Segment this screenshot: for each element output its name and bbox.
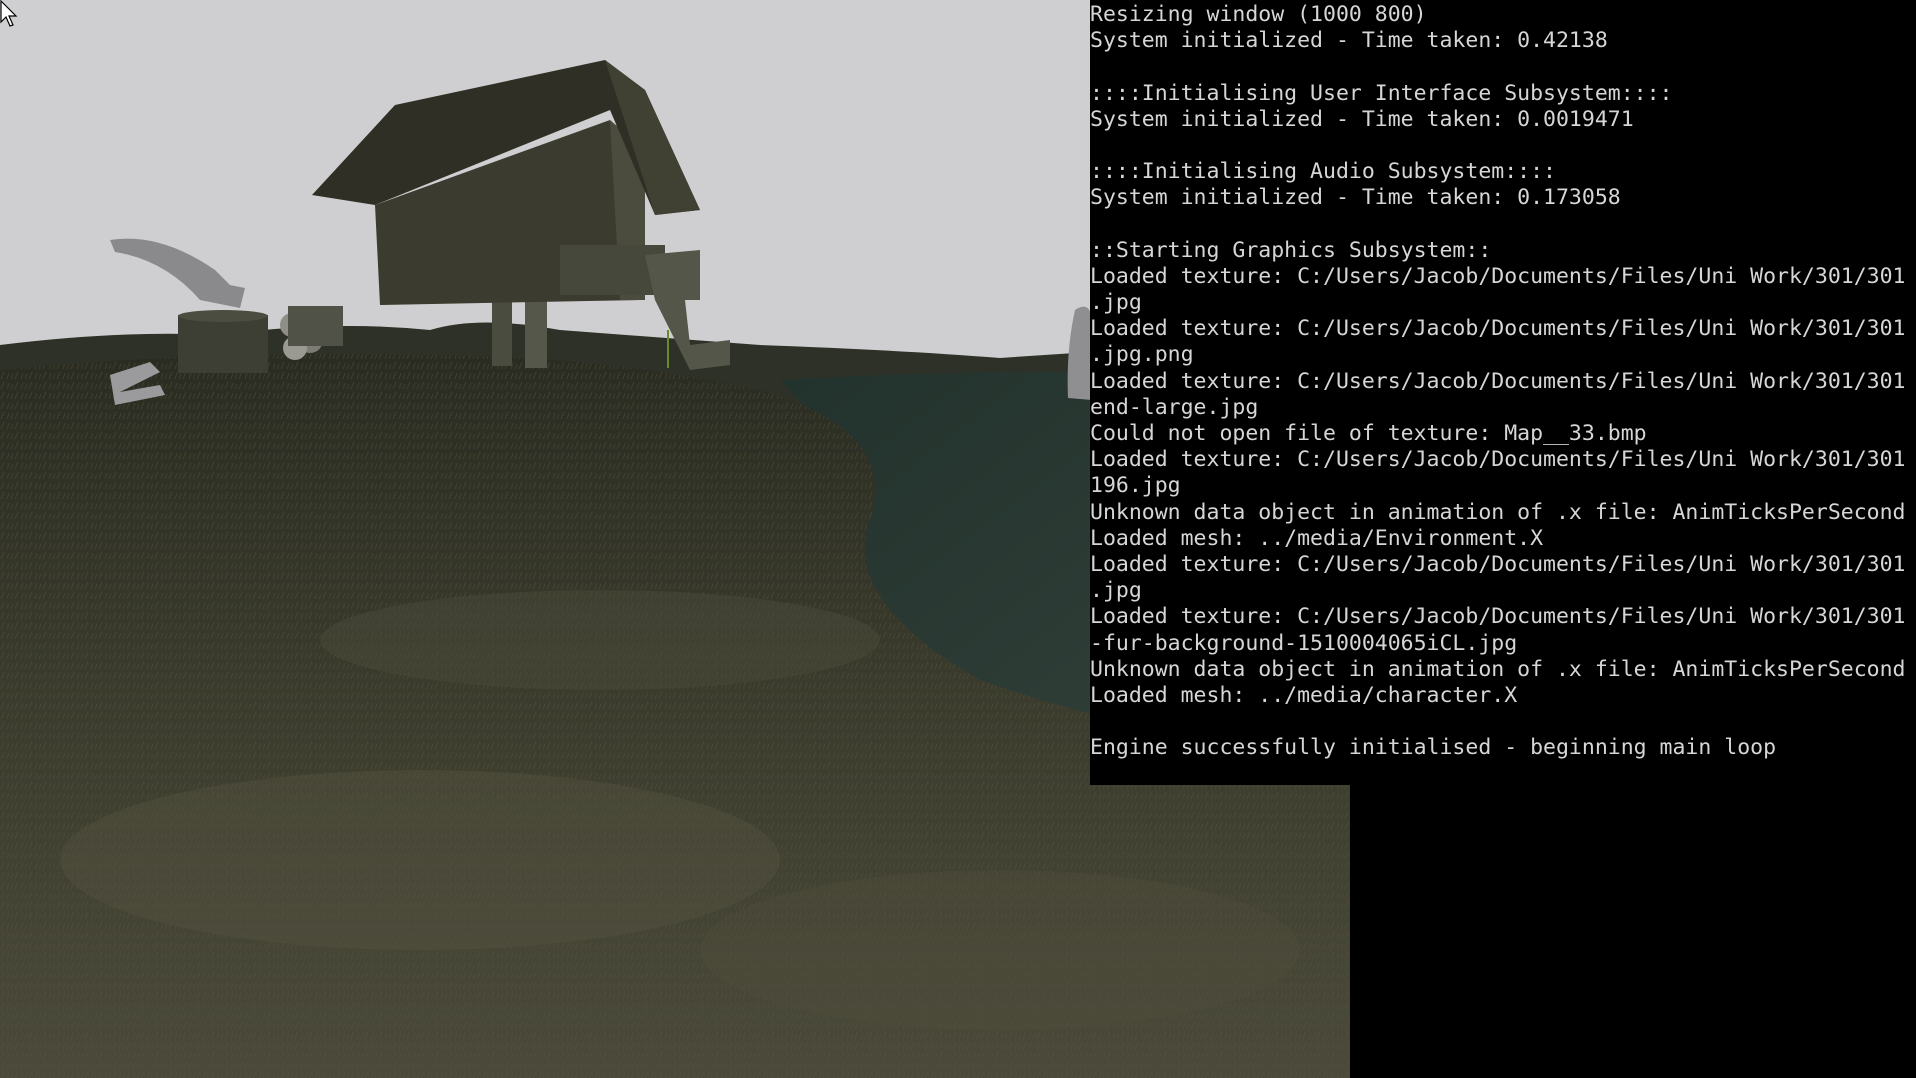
console-line: Resizing window (1000 800) (1090, 2, 1427, 27)
console-line: System initialized - Time taken: 0.00194… (1090, 106, 1634, 132)
grass-patch (320, 590, 880, 690)
grass-patch (700, 870, 1300, 1030)
house-stilt (525, 300, 547, 368)
mouse-pointer-icon (0, 0, 18, 27)
console-output: Resizing window (1000 800) System initial… (1090, 0, 1916, 761)
console-line: 196.jpg (1090, 473, 1181, 499)
console-line: ::::Initialising User Interface Subsyste… (1090, 80, 1673, 106)
console-line: Loaded texture: C:/Users/Jacob/Documents… (1090, 551, 1906, 577)
console-line: .jpg.png (1090, 342, 1194, 368)
log-pile (288, 306, 343, 346)
console-line: Loaded texture: C:/Users/Jacob/Documents… (1090, 316, 1906, 342)
console-line: Could not open file of texture: Map__33.… (1090, 421, 1647, 446)
console-window[interactable]: Resizing window (1000 800) System initial… (1090, 0, 1916, 785)
console-line: .jpg (1090, 290, 1142, 316)
console-line: System initialized - Time taken: 0.42138 (1090, 28, 1608, 54)
console-line: Engine successfully initialised - beginn… (1090, 735, 1777, 761)
console-line: ::Starting Graphics Subsystem:: (1090, 237, 1492, 263)
stump-top (178, 310, 268, 322)
console-line: Loaded texture: C:/Users/Jacob/Documents… (1090, 447, 1906, 473)
console-line: -fur-background-1510004065iCL.jpg (1090, 630, 1518, 656)
console-line: Loaded texture: C:/Users/Jacob/Documents… (1090, 263, 1906, 289)
console-line: ::::Initialising Audio Subsystem:::: (1090, 159, 1556, 185)
console-line: Unknown data object in animation of .x f… (1090, 499, 1906, 525)
console-line: Loaded mesh: ../media/Environment.X (1090, 525, 1544, 551)
grass-patch (60, 770, 780, 950)
console-line: Loaded mesh: ../media/character.X (1090, 682, 1518, 708)
console-line: .jpg (1090, 578, 1142, 604)
console-line: end-large.jpg (1090, 394, 1259, 420)
console-line: Loaded texture: C:/Users/Jacob/Documents… (1090, 604, 1906, 630)
house-stilt (492, 300, 512, 366)
console-line: System initialized - Time taken: 0.17305… (1090, 185, 1621, 211)
console-line: Unknown data object in animation of .x f… (1090, 656, 1906, 682)
tree-stump (178, 315, 268, 373)
console-line: Loaded texture: C:/Users/Jacob/Documents… (1090, 368, 1906, 394)
